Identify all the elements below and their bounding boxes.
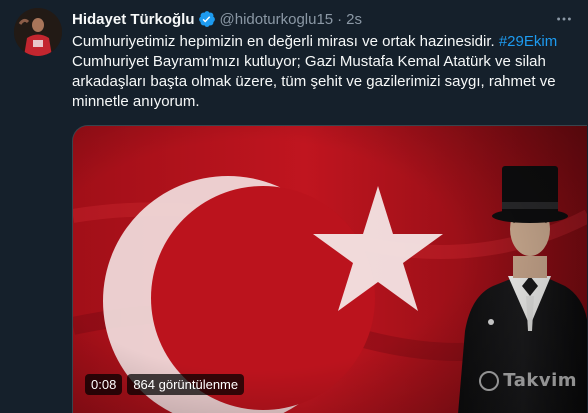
tweet-text-part2: Cumhuriyet Bayramı'mızı kutluyor; Gazi M… (72, 53, 556, 110)
more-horizontal-icon[interactable] (554, 9, 574, 29)
verified-badge-icon (198, 10, 216, 28)
tweet-text: Cumhuriyetimiz hepimizin en değerli mira… (72, 32, 578, 112)
avatar-image (14, 8, 62, 56)
tweet-header: Hidayet Türkoğlu @hidoturkoglu15 · 2s (72, 9, 362, 29)
view-count: 864 görüntülenme (127, 373, 245, 395)
tweet-text-part1: Cumhuriyetimiz hepimizin en değerli mira… (72, 33, 499, 50)
author-handle[interactable]: @hidoturkoglu15 (220, 11, 334, 28)
avatar[interactable] (14, 8, 62, 56)
video-info: 0:08 864 görüntülenme (85, 373, 245, 395)
takvim-logo-icon (479, 370, 500, 391)
video-player[interactable]: 0:08 864 görüntülenme Takvim (72, 125, 587, 413)
watermark-text: Takvim (503, 370, 577, 391)
timestamp[interactable]: 2s (346, 11, 362, 28)
separator-dot: · (337, 10, 343, 28)
video-duration: 0:08 (85, 373, 123, 395)
author-name[interactable]: Hidayet Türkoğlu (72, 11, 195, 28)
tweet[interactable]: Hidayet Türkoğlu @hidoturkoglu15 · 2s Cu… (0, 0, 588, 413)
watermark: Takvim (479, 370, 577, 391)
hashtag-link[interactable]: #29Ekim (499, 33, 557, 50)
